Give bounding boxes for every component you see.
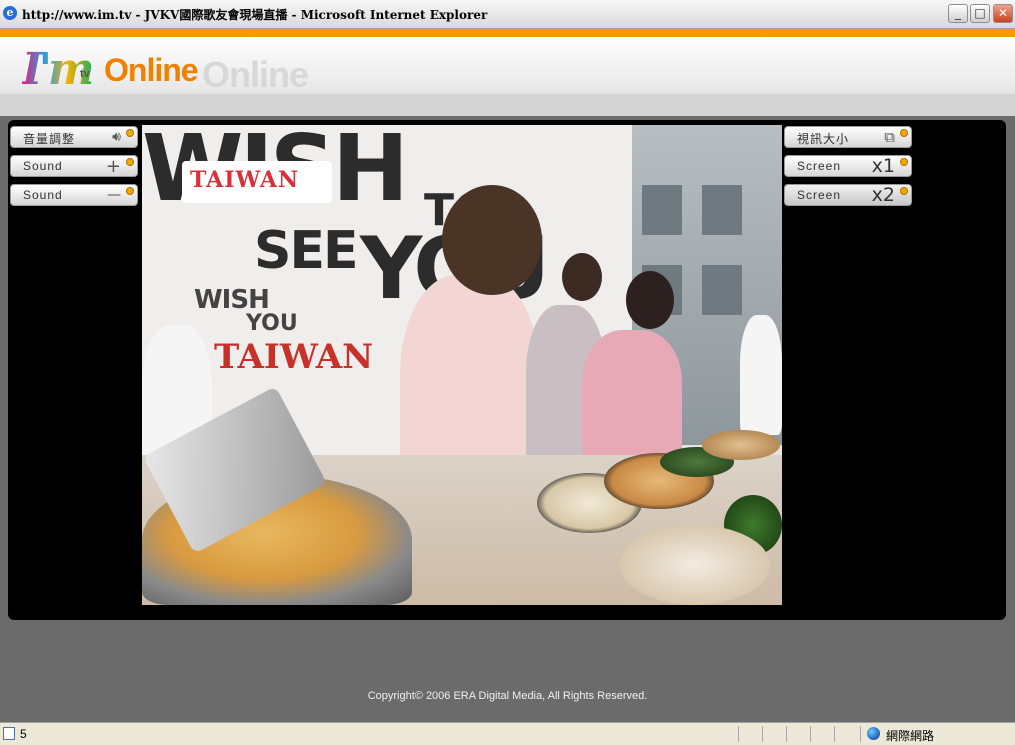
screen-x2-button[interactable]: Screen x2 — [784, 184, 912, 206]
statusbar-divider — [810, 726, 811, 742]
statusbar-divider — [786, 726, 787, 742]
imtv-online-logo[interactable]: Online I'm tv Online — [22, 40, 342, 95]
statusbar-divider — [860, 726, 861, 742]
video-person-host-head — [626, 271, 674, 329]
screen-x1-button[interactable]: Screen x1 — [784, 155, 912, 177]
copyright-text: Copyright© 2006 ERA Digital Media, All R… — [367, 690, 648, 702]
internet-zone-globe-icon — [867, 727, 880, 740]
window-titlebar: e http://www.im.tv - JVKV國際歌友會現場直播 - Mic… — [0, 0, 1015, 29]
minus-icon: — — [107, 187, 121, 203]
statusbar-divider — [762, 726, 763, 742]
indicator-dot-icon — [900, 129, 908, 137]
video-taiwan-logo: TAIWAN — [182, 161, 332, 203]
screen-x1-text: x1 — [871, 155, 895, 177]
video-person-right — [740, 315, 782, 435]
video-poster-taiwan: TAIWAN — [214, 337, 374, 377]
minimize-button[interactable]: _ — [948, 4, 968, 23]
sound-down-label: Sound — [23, 188, 63, 202]
sound-up-button[interactable]: Sound + — [10, 155, 138, 177]
window-title: http://www.im.tv - JVKV國際歌友會現場直播 - Micro… — [22, 8, 488, 22]
video-taiwan-logo-text: TAIWAN — [190, 167, 300, 193]
statusbar-divider — [834, 726, 835, 742]
video-size-button[interactable]: 視訊大小 ⧉ — [784, 126, 912, 148]
resize-icon: ⧉ — [884, 128, 895, 146]
sound-down-button[interactable]: Sound — — [10, 184, 138, 206]
logo-online-ghost-text: Online — [202, 54, 309, 95]
maximize-button[interactable]: □ — [970, 4, 990, 23]
screen-x2-text: x2 — [871, 184, 895, 206]
video-size-label: 視訊大小 — [797, 132, 850, 146]
indicator-dot-icon — [126, 129, 134, 137]
status-text: 5 — [20, 727, 27, 741]
logo-tv-text: tv — [80, 68, 90, 80]
page-icon — [3, 727, 15, 740]
screen-x1-label: Screen — [797, 159, 842, 173]
statusbar-divider — [738, 726, 739, 742]
sound-up-label: Sound — [23, 159, 63, 173]
video-person-back-head — [562, 253, 602, 301]
header-accent-bar — [0, 29, 1015, 37]
video-plate — [702, 430, 780, 460]
indicator-dot-icon — [900, 158, 908, 166]
close-button[interactable]: ✕ — [993, 4, 1013, 23]
video-wall-text-see: SEE — [254, 221, 358, 281]
volume-adjust-label: 音量調整 — [23, 132, 76, 146]
speaker-icon: 🔊︎ — [112, 129, 121, 145]
plus-icon: + — [105, 156, 121, 177]
internet-explorer-icon: e — [3, 6, 17, 20]
live-video-stream[interactable]: WISH TO SEE YOU TAIWAN WISH YOU TAIWAN — [142, 125, 782, 605]
security-zone-label: 網際網路 — [886, 729, 935, 743]
video-poster-you: YOU — [246, 311, 298, 336]
video-tortilla-stack — [620, 525, 770, 605]
volume-adjust-button[interactable]: 音量調整 🔊︎ — [10, 126, 138, 148]
browser-statusbar: 5 網際網路 — [0, 722, 1015, 745]
header-subbar — [0, 94, 1015, 116]
screen-x2-label: Screen — [797, 188, 842, 202]
indicator-dot-icon — [900, 187, 908, 195]
video-person-host — [582, 330, 682, 460]
video-person-center-head — [442, 185, 542, 295]
indicator-dot-icon — [126, 158, 134, 166]
indicator-dot-icon — [126, 187, 134, 195]
logo-online-text: Online — [104, 52, 199, 88]
